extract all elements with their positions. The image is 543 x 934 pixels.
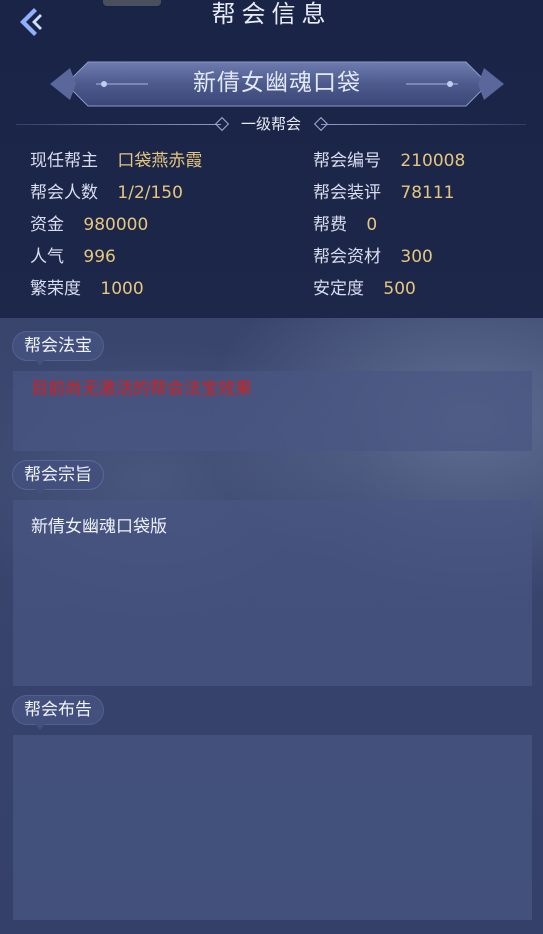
stat-label: 帮会装评 — [313, 183, 381, 203]
treasure-box: 目前尚无激活的帮会法宝效果 — [13, 371, 532, 451]
stat-value: 980000 — [83, 215, 149, 235]
stat-funds: 资金 980000 — [30, 213, 148, 237]
stat-label: 帮费 — [313, 215, 347, 235]
stat-value: 300 — [400, 247, 433, 267]
stat-members: 帮会人数 1/2/150 — [30, 181, 183, 205]
stat-popularity: 人气 996 — [30, 245, 116, 269]
stat-value: 500 — [383, 279, 416, 299]
stat-value: 1000 — [100, 279, 144, 299]
guild-level: 一级帮会 — [240, 115, 301, 133]
stat-label: 人气 — [30, 247, 64, 267]
stat-stability: 安定度 500 — [313, 277, 416, 301]
guild-name: 新倩女幽魂口袋 — [193, 70, 361, 96]
stat-materials: 帮会资材 300 — [313, 245, 433, 269]
stat-label: 现任帮主 — [30, 151, 98, 171]
stat-fee: 帮费 0 — [313, 213, 377, 237]
treasure-status-text: 目前尚无激活的帮会法宝效果 — [31, 379, 252, 399]
page-title: 帮会信息 — [211, 0, 332, 28]
purpose-box[interactable]: 新倩女幽魂口袋版 — [13, 500, 532, 686]
stat-value: 0 — [366, 215, 378, 235]
stat-value: 1/2/150 — [117, 183, 183, 203]
stat-value: 78111 — [400, 183, 455, 203]
notice-box[interactable] — [13, 735, 532, 920]
stat-label: 繁荣度 — [30, 279, 81, 299]
stat-value: 210008 — [400, 151, 466, 171]
stat-prosperity: 繁荣度 1000 — [30, 277, 144, 301]
guild-name-banner: 新倩女幽魂口袋 — [48, 58, 506, 110]
guild-level-row: 一级帮会 — [16, 112, 526, 136]
stat-value: 996 — [83, 247, 116, 267]
divider-line-right — [321, 124, 526, 125]
stat-label: 帮会人数 — [30, 183, 98, 203]
stat-label: 帮会编号 — [313, 151, 381, 171]
stat-guild-id: 帮会编号 210008 — [313, 149, 465, 173]
stat-label: 资金 — [30, 215, 64, 235]
purpose-text: 新倩女幽魂口袋版 — [31, 517, 167, 537]
stat-value: 口袋燕赤霞 — [117, 151, 203, 171]
section-tag-notice: 帮会布告 — [13, 696, 103, 730]
stat-label: 安定度 — [313, 279, 364, 299]
stat-leader: 现任帮主 口袋燕赤霞 — [30, 149, 202, 173]
stat-label: 帮会资材 — [313, 247, 381, 267]
divider-line-left — [16, 124, 221, 125]
section-tag-purpose: 帮会宗旨 — [13, 461, 103, 495]
guild-info-screen: 帮会信息 新倩女幽魂口袋 一级帮会 现任帮主 口袋燕赤霞 帮会人数 1/2/15… — [0, 0, 543, 934]
section-tag-treasure: 帮会法宝 — [13, 332, 103, 366]
stat-equipment-score: 帮会装评 78111 — [313, 181, 455, 205]
